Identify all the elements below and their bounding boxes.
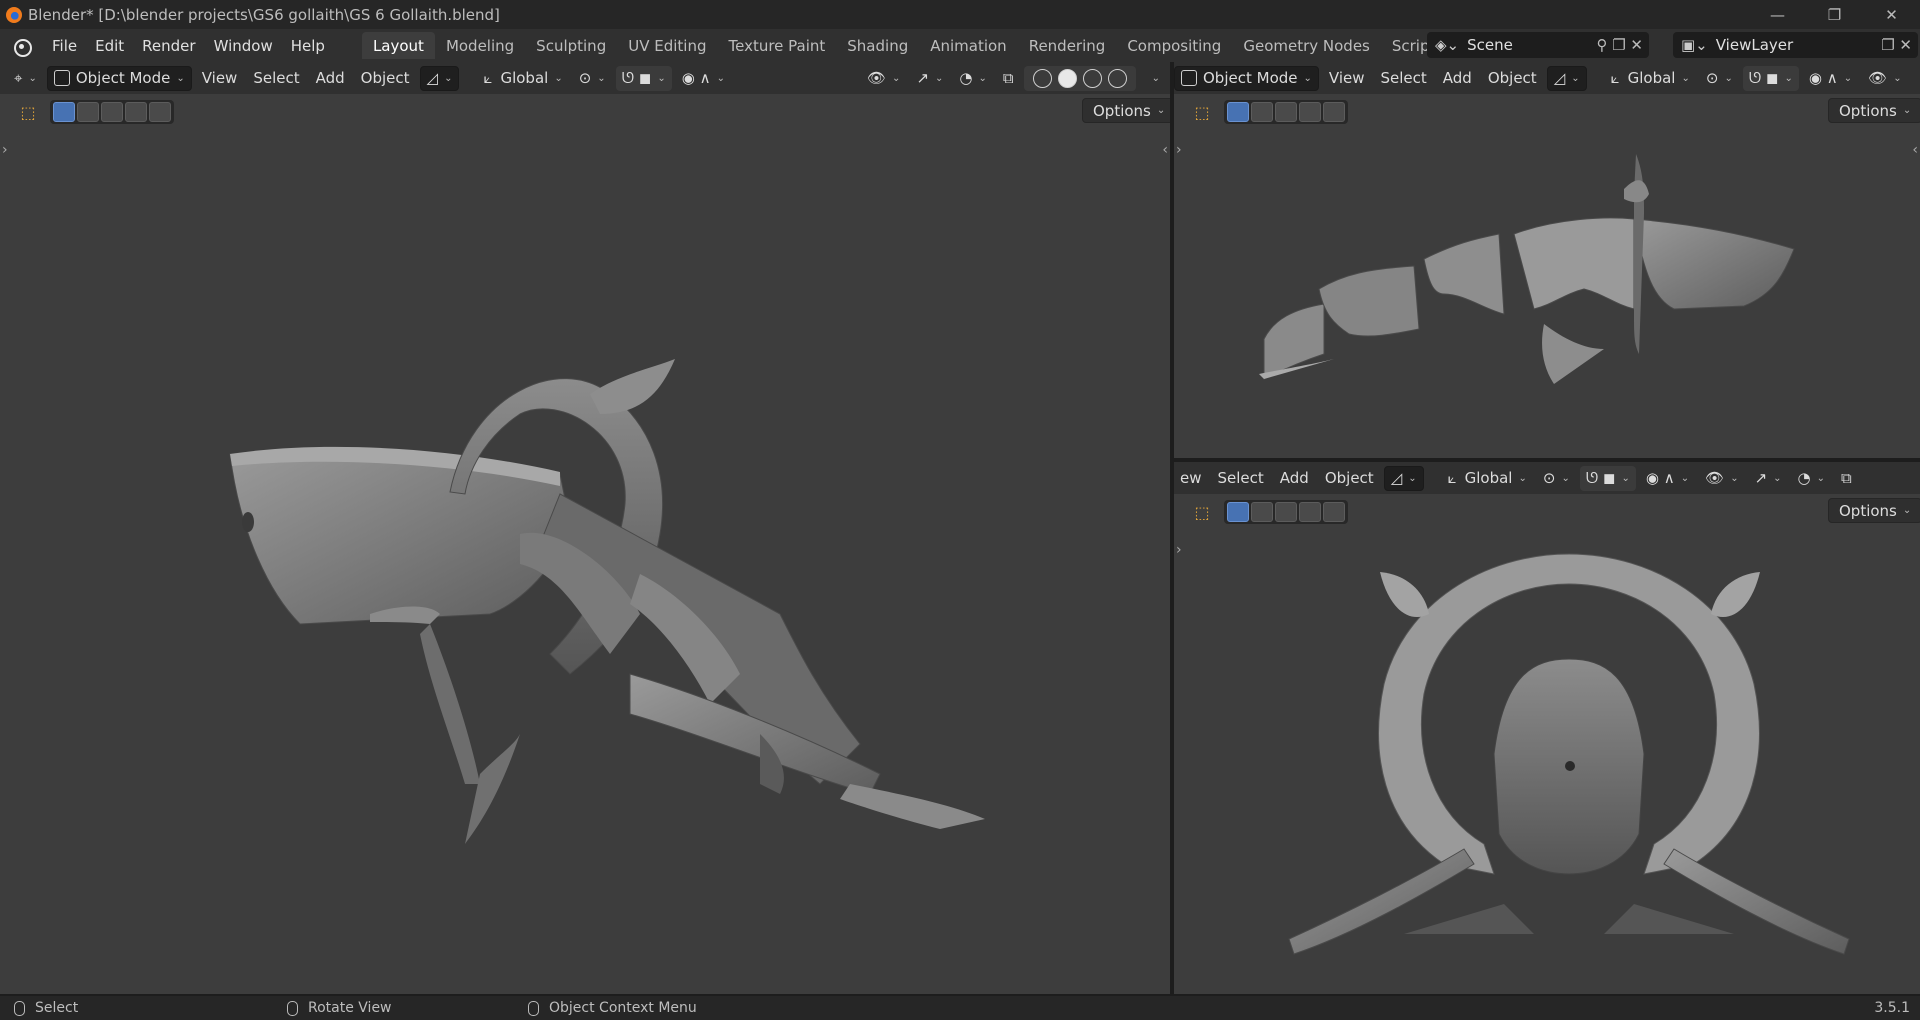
gizmo-dropdown-tr[interactable]: ◿ ⌄ — [1546, 65, 1587, 91]
viewlayer-selector[interactable]: ▣⌄ ViewLayer ❐ ✕ — [1673, 32, 1918, 58]
gizmo-toggle[interactable]: ↗ ⌄ — [910, 66, 949, 91]
tab-compositing[interactable]: Compositing — [1116, 32, 1232, 59]
orientation-dropdown[interactable]: ⟀ Global ⌄ — [477, 66, 568, 91]
pin-icon[interactable]: ⚲ ❐ ✕ — [1596, 36, 1643, 54]
status-bar: Select Rotate View Object Context Menu 3… — [0, 996, 1920, 1020]
menu-view-tr[interactable]: View — [1323, 66, 1371, 91]
blender-app-icon — [6, 6, 22, 23]
menu-add-br[interactable]: Add — [1274, 466, 1315, 491]
model-side-view — [1259, 154, 1795, 384]
menu-add[interactable]: Add — [310, 66, 351, 91]
viewlayer-actions-icon[interactable]: ❐ ✕ — [1881, 36, 1912, 54]
tab-sculpting[interactable]: Sculpting — [525, 32, 617, 59]
xray-toggle-br[interactable]: ⧉ — [1835, 466, 1858, 491]
gizmo-dropdown-br[interactable]: ◿ ⌄ — [1383, 465, 1424, 491]
menu-add-tr[interactable]: Add — [1437, 66, 1478, 91]
middle-mouse-icon — [287, 1000, 298, 1016]
object-mode-dropdown[interactable]: Object Mode ⌄ — [46, 65, 192, 91]
overlay-toggle[interactable]: ◔ ⌄ — [953, 66, 992, 91]
axis-icon: ⟀ — [483, 69, 493, 87]
menu-edit[interactable]: Edit — [86, 29, 133, 62]
menu-object-br[interactable]: Object — [1319, 466, 1380, 491]
window-titlebar: Blender* [D:\blender projects\GS6 gollai… — [0, 0, 1920, 29]
material-shading-icon[interactable] — [1082, 68, 1102, 88]
scene-icon: ◈⌄ — [1435, 36, 1460, 54]
solid-shading-icon[interactable] — [1057, 68, 1077, 88]
menu-select-tr[interactable]: Select — [1375, 66, 1433, 91]
menu-object-tr[interactable]: Object — [1482, 66, 1543, 91]
shading-dropdown[interactable]: ⌄ — [1140, 66, 1166, 91]
tab-texture-paint[interactable]: Texture Paint — [717, 32, 836, 59]
menu-select-br[interactable]: Select — [1212, 466, 1270, 491]
viewport-left[interactable]: ⬚ Options ⌄ › ‹ — [0, 94, 1170, 994]
menu-view-br[interactable]: ew — [1174, 466, 1208, 491]
menu-select[interactable]: Select — [247, 66, 305, 91]
axis-icon: ⟀ — [1610, 69, 1620, 87]
snap-toggle-br[interactable]: ᘎ ◼ ⌄ — [1579, 465, 1636, 491]
object-mode-icon — [53, 70, 70, 86]
scene-selector[interactable]: ◈⌄ Scene ⚲ ❐ ✕ — [1427, 32, 1649, 58]
model-front-view — [1288, 553, 1850, 955]
top-menubar: File Edit Render Window Help Layout Mode… — [0, 29, 1920, 62]
menu-help[interactable]: Help — [282, 29, 334, 62]
tab-geometry-nodes[interactable]: Geometry Nodes — [1232, 32, 1381, 59]
menu-window[interactable]: Window — [205, 29, 282, 62]
tab-layout[interactable]: Layout — [361, 32, 435, 59]
viewport-top-right[interactable]: ⬚ Options ⌄ › ‹ — [1174, 94, 1920, 458]
overlay-toggle-br[interactable]: ◔ ⌄ — [1792, 466, 1831, 491]
left-mouse-icon — [14, 1000, 25, 1016]
scene-name: Scene — [1467, 36, 1513, 54]
pivot-dropdown-tr[interactable]: ⊙ ⌄ — [1700, 66, 1739, 91]
menu-view[interactable]: View — [196, 66, 244, 91]
menu-object[interactable]: Object — [355, 66, 416, 91]
snap-toggle[interactable]: ᘎ ◼ ⌄ — [615, 65, 672, 91]
editor-type-button[interactable]: ⌖ ⌄ — [8, 66, 43, 91]
right-mouse-icon — [528, 1000, 539, 1016]
gizmo-dropdown[interactable]: ◿ ⌄ — [419, 65, 460, 91]
visibility-dropdown-tr[interactable]: 👁 ⌄ — [1862, 66, 1907, 91]
viewport-bottom-right[interactable]: ⬚ Options ⌄ › — [1174, 494, 1920, 994]
model-perspective-view — [229, 359, 985, 844]
tab-animation[interactable]: Animation — [919, 32, 1017, 59]
version-label: 3.5.1 — [1874, 1000, 1910, 1016]
viewport-left-header: ⌖ ⌄ Object Mode ⌄ View Select Add Object ◿… — [0, 62, 1170, 94]
snap-toggle-tr[interactable]: ᘎ ◼ ⌄ — [1742, 65, 1799, 91]
workspace-tabs: Layout Modeling Sculpting UV Editing Tex… — [361, 29, 1508, 62]
window-title: Blender* [D:\blender projects\GS6 gollai… — [28, 5, 500, 24]
maximize-button[interactable]: ❐ — [1806, 0, 1863, 29]
menu-file[interactable]: File — [43, 29, 86, 62]
visibility-dropdown[interactable]: 👁 ⌄ — [861, 66, 906, 91]
viewlayer-icon: ▣⌄ — [1681, 36, 1708, 54]
visibility-dropdown-br[interactable]: 👁 ⌄ — [1699, 466, 1744, 491]
shading-modes[interactable] — [1023, 65, 1136, 91]
viewport-bottom-right-header: ew Select Add Object ◿ ⌄ ⟀ Global ⌄ ⊙ ⌄ ᘎ ◼ ⌄… — [1174, 462, 1920, 494]
wireframe-shading-icon[interactable] — [1032, 68, 1052, 88]
status-rotate: Rotate View — [308, 1000, 392, 1016]
xray-toggle[interactable]: ⧉ — [997, 66, 1020, 91]
object-mode-dropdown-tr[interactable]: Object Mode ⌄ — [1174, 65, 1319, 91]
blender-logo-icon[interactable] — [11, 35, 33, 57]
tab-modeling[interactable]: Modeling — [435, 32, 525, 59]
viewport-top-right-header: Object Mode ⌄ View Select Add Object ◿ ⌄ ⟀… — [1174, 62, 1920, 94]
status-select: Select — [35, 1000, 79, 1016]
pivot-dropdown[interactable]: ⊙ ⌄ — [573, 66, 612, 91]
menu-render[interactable]: Render — [133, 29, 204, 62]
object-mode-icon — [1181, 70, 1197, 86]
gizmo-toggle-br[interactable]: ↗ ⌄ — [1749, 466, 1788, 491]
pivot-dropdown-br[interactable]: ⊙ ⌄ — [1537, 466, 1576, 491]
status-context-menu: Object Context Menu — [549, 1000, 697, 1016]
orientation-dropdown-br[interactable]: ⟀ Global ⌄ — [1442, 466, 1533, 491]
proportional-edit-toggle-tr[interactable]: ◉ ∧ ⌄ — [1803, 66, 1858, 91]
tab-uv-editing[interactable]: UV Editing — [617, 32, 717, 59]
minimize-button[interactable]: — — [1749, 0, 1806, 29]
tab-shading[interactable]: Shading — [836, 32, 919, 59]
close-button[interactable]: ✕ — [1863, 0, 1920, 29]
proportional-edit-toggle[interactable]: ◉ ∧ ⌄ — [676, 66, 731, 91]
tab-rendering[interactable]: Rendering — [1018, 32, 1117, 59]
proportional-edit-toggle-br[interactable]: ◉ ∧ ⌄ — [1640, 466, 1695, 491]
viewlayer-name: ViewLayer — [1715, 36, 1794, 54]
axis-icon: ⟀ — [1447, 469, 1457, 487]
rendered-shading-icon[interactable] — [1107, 68, 1127, 88]
orientation-dropdown-tr[interactable]: ⟀ Global ⌄ — [1605, 66, 1696, 91]
